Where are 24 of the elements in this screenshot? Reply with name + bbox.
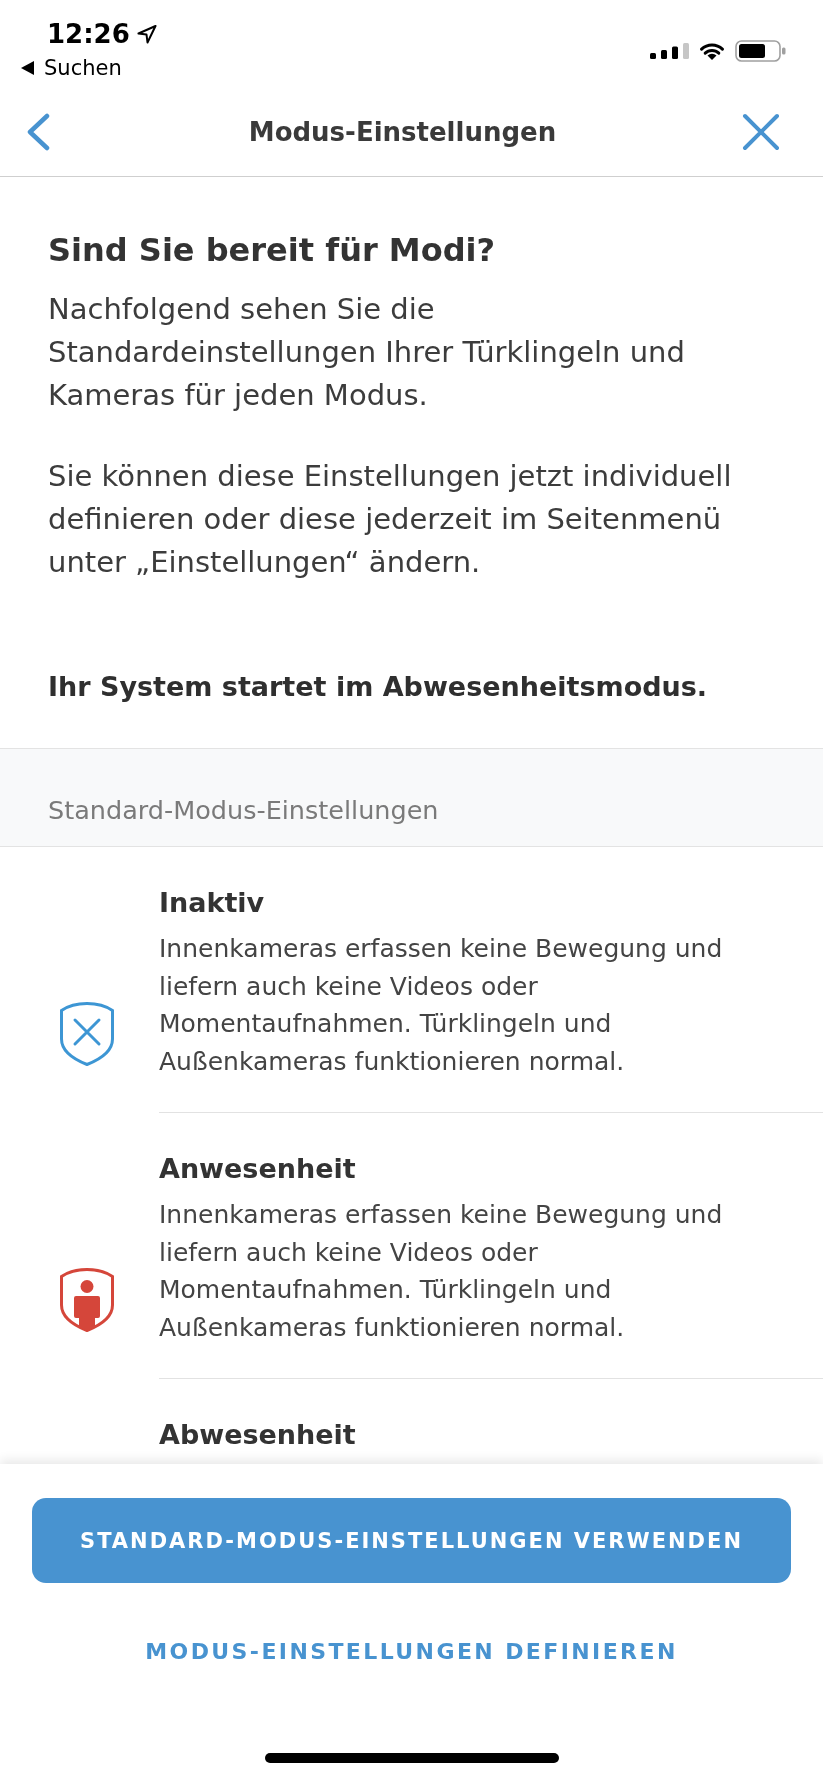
section-header: Standard-Modus-Einstellungen [0, 748, 823, 847]
close-icon [742, 113, 780, 151]
intro-heading: Sind Sie bereit für Modi? [48, 230, 497, 271]
intro-paragraph: Sie können diese Einstellungen jetzt individuell definieren oder diese jederzeit im Seitenmenü unter „Einstellungen“ ändern. [48, 458, 733, 581]
mode-title: Anwesenheit [159, 1152, 357, 1186]
intro-paragraph: Nachfolgend sehen Sie die Standardeinstellungen Ihrer Türklingeln und Kameras für jeden Modus. [48, 291, 686, 414]
status-time: 12:26 [47, 18, 130, 51]
system-mode-note: Ihr System startet im Abwesenheitsmodus. [48, 670, 709, 704]
back-button[interactable] [25, 113, 51, 151]
mode-title: Abwesenheit [159, 1418, 357, 1452]
mode-title: Inaktiv [159, 886, 266, 920]
battery-icon [735, 40, 786, 62]
back-to-app-link[interactable]: Suchen [21, 51, 157, 85]
location-arrow-icon [136, 24, 157, 44]
mode-description: Innenkameras erfassen keine Bewegung und liefern auch keine Videos oder Momentaufnahmen. Türklingeln und Außenkameras funktionieren normal. [159, 933, 724, 1078]
signal-icon [650, 43, 689, 59]
back-chevron-icon [25, 113, 51, 151]
back-arrow-icon [21, 61, 34, 75]
close-button[interactable] [742, 113, 780, 151]
use-defaults-button[interactable]: STANDARD-MODUS-EINSTELLUNGEN VERWENDEN [32, 1498, 791, 1583]
define-settings-link[interactable]: MODUS-EINSTELLUNGEN DEFINIEREN [145, 1632, 678, 1672]
mode-description: Innenkameras erfassen keine Bewegung und liefern auch keine Videos oder Momentaufnahmen. Türklingeln und Außenkameras funktionieren normal. [159, 1199, 724, 1344]
wifi-icon [700, 42, 724, 60]
screen-title: Modus-Einstellungen [248, 116, 557, 149]
